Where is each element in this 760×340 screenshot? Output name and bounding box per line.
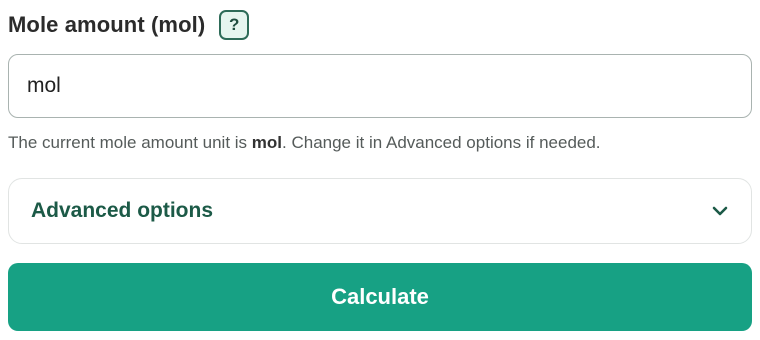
question-mark-icon: ? xyxy=(229,15,240,34)
mole-amount-form: Mole amount (mol) ? The current mole amo… xyxy=(0,0,760,340)
calculate-button[interactable]: Calculate xyxy=(8,263,752,331)
field-header: Mole amount (mol) ? xyxy=(8,8,250,42)
advanced-options-toggle[interactable]: Advanced options xyxy=(8,178,752,244)
hint-prefix: The current mole amount unit is xyxy=(8,133,252,152)
mole-amount-input[interactable] xyxy=(8,54,752,118)
field-label: Mole amount (mol) xyxy=(8,12,206,37)
help-button[interactable]: ? xyxy=(219,10,250,40)
hint-unit: mol xyxy=(251,133,283,152)
advanced-options-label: Advanced options xyxy=(31,199,214,222)
hint-suffix: . Change it in Advanced options if neede… xyxy=(282,133,601,152)
chevron-down-icon xyxy=(711,202,729,220)
unit-hint: The current mole amount unit is mol. Cha… xyxy=(8,133,601,153)
